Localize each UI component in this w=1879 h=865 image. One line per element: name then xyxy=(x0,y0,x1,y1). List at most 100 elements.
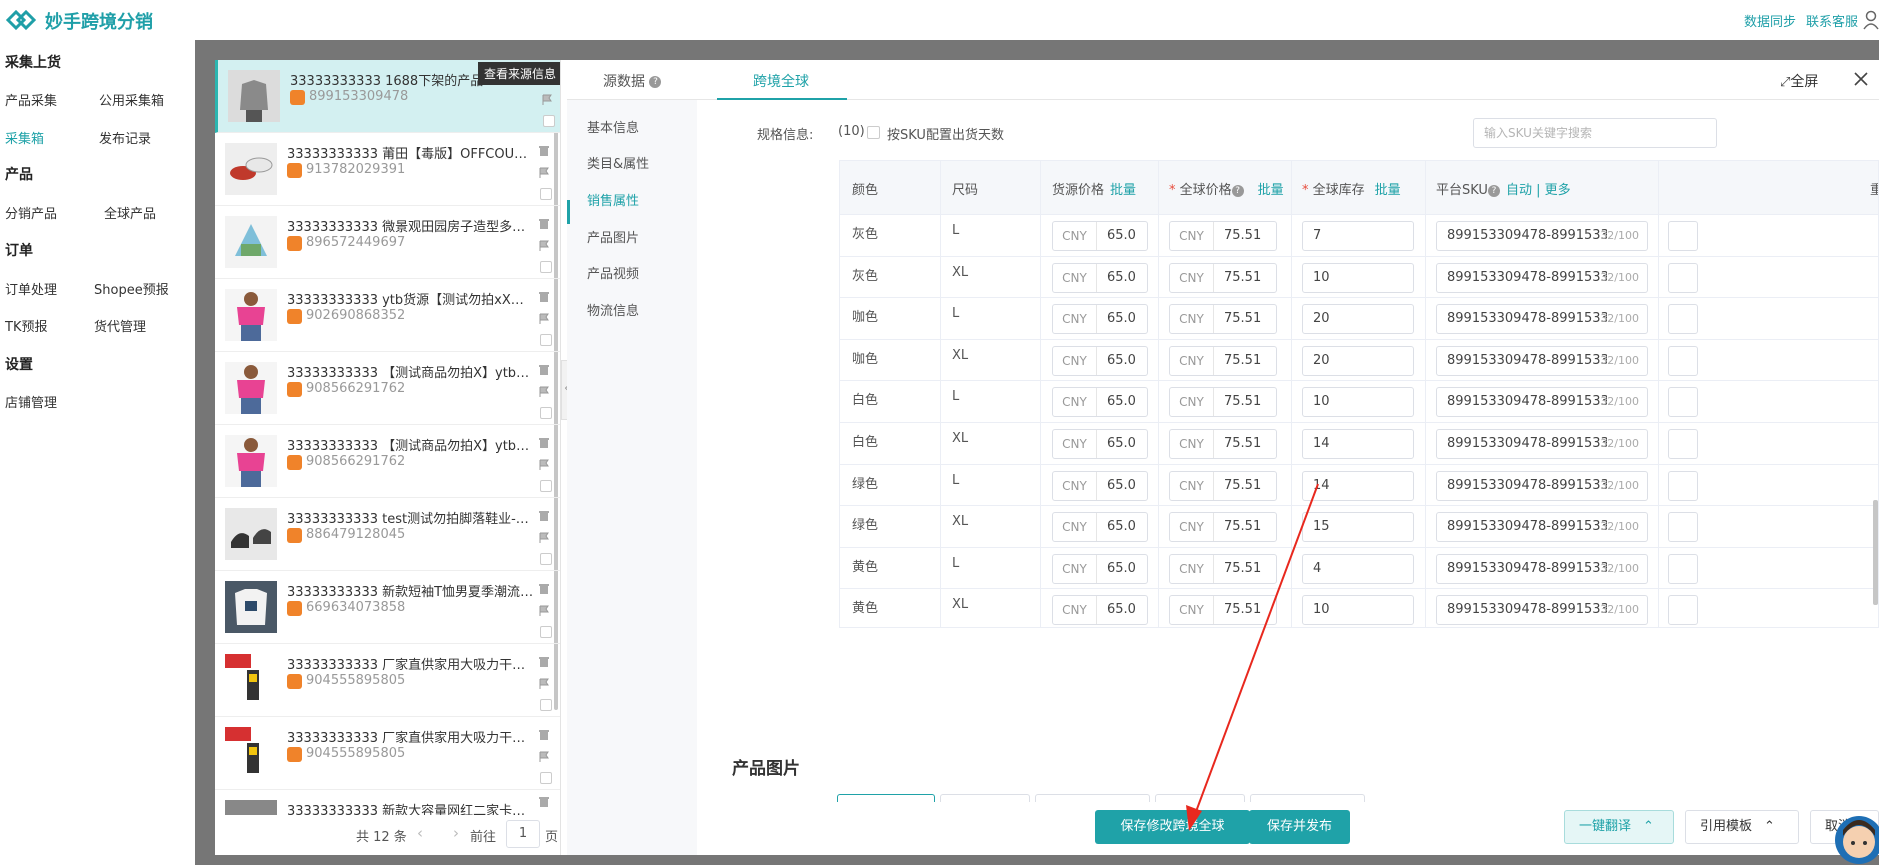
flag-icon[interactable] xyxy=(538,532,550,544)
prev-page-icon[interactable]: ‹ xyxy=(417,824,423,842)
global-stock-input[interactable]: 20 xyxy=(1302,345,1414,376)
item-checkbox[interactable] xyxy=(543,115,555,127)
source-price-input[interactable]: CNY 65.0 xyxy=(1052,387,1148,418)
trash-icon[interactable] xyxy=(538,796,550,808)
item-checkbox[interactable] xyxy=(540,334,552,346)
list-item[interactable]: 33333333333 test测试勿拍脚落鞋业-男士休闲鞋... 886479… xyxy=(215,498,560,571)
section-video[interactable]: 产品视频 xyxy=(587,263,639,282)
weight-input[interactable] xyxy=(1668,429,1698,459)
flag-icon[interactable] xyxy=(538,751,550,763)
global-stock-input[interactable]: 10 xyxy=(1302,387,1414,418)
weight-input[interactable] xyxy=(1668,304,1698,335)
close-icon[interactable] xyxy=(1852,70,1870,88)
item-checkbox[interactable] xyxy=(540,188,552,200)
fullscreen-button[interactable]: ⤢全屏 xyxy=(1780,71,1818,91)
platform-sku-input[interactable]: 899153309478-89915330947832/100 xyxy=(1436,595,1648,626)
source-price-input[interactable]: CNY 65.0 xyxy=(1052,553,1148,584)
platform-sku-input[interactable]: 899153309478-89915330947832/100 xyxy=(1436,470,1648,501)
global-price-input[interactable]: CNY 75.51 xyxy=(1169,221,1277,251)
nav-item-public-box[interactable]: 公用采集箱 xyxy=(99,90,164,109)
global-price-input[interactable]: CNY 75.51 xyxy=(1169,262,1277,293)
list-item[interactable]: 33333333333 厂家直供家用大吸力干湿吹三用吸尘器... 9045558… xyxy=(215,644,560,717)
list-item[interactable]: 33333333333 莆田【毒版】OFFCOURT拖鞋 Off White 联… xyxy=(215,133,560,206)
item-checkbox[interactable] xyxy=(540,553,552,565)
weight-input[interactable] xyxy=(1668,221,1698,251)
source-price-input[interactable]: CNY 65.0 xyxy=(1052,304,1148,335)
list-item[interactable]: 33333333333 【测试商品勿拍X】ytb货源女士修身短袖T恤... 90… xyxy=(215,425,560,498)
flag-icon[interactable] xyxy=(538,605,550,617)
next-page-icon[interactable]: › xyxy=(453,824,459,842)
batch-global-price-button[interactable]: 批量 xyxy=(1258,183,1284,198)
flag-icon[interactable] xyxy=(538,313,550,325)
trash-icon[interactable] xyxy=(538,656,550,668)
global-stock-input[interactable]: 15 xyxy=(1302,512,1414,543)
weight-input[interactable] xyxy=(1668,387,1698,418)
nav-item-shopee-forecast[interactable]: Shopee预报 xyxy=(94,279,169,298)
nav-item-product-collect[interactable]: 产品采集 xyxy=(5,90,57,109)
content-scrollbar[interactable] xyxy=(1873,500,1878,605)
trash-icon[interactable] xyxy=(538,510,550,522)
nav-item-store-manage[interactable]: 店铺管理 xyxy=(5,392,57,411)
tab-global[interactable]: 跨境全球 xyxy=(753,71,809,91)
tab-source-data[interactable]: 源数据 ? xyxy=(603,71,662,91)
section-category[interactable]: 类目&属性 xyxy=(587,153,649,172)
contact-support-link[interactable]: 联系客服 xyxy=(1806,11,1858,30)
view-source-badge[interactable]: 查看来源信息 xyxy=(478,62,560,85)
nav-item-distribution[interactable]: 分销产品 xyxy=(5,203,57,222)
save-publish-button[interactable]: 保存并发布 xyxy=(1249,810,1350,844)
data-sync-link[interactable]: 数据同步 xyxy=(1744,11,1796,30)
trash-icon[interactable] xyxy=(538,218,550,230)
nav-item-collect-box[interactable]: 采集箱 xyxy=(5,128,44,147)
source-price-input[interactable]: CNY 65.0 xyxy=(1052,345,1148,376)
item-checkbox[interactable] xyxy=(540,772,552,784)
section-sales-attr[interactable]: 销售属性 xyxy=(587,190,639,209)
global-price-input[interactable]: CNY 75.51 xyxy=(1169,304,1277,335)
trash-icon[interactable] xyxy=(538,437,550,449)
image-tab[interactable] xyxy=(940,794,1030,802)
trash-icon[interactable] xyxy=(538,729,550,741)
weight-input[interactable] xyxy=(1668,262,1698,293)
section-images[interactable]: 产品图片 xyxy=(587,227,639,246)
save-global-button[interactable]: 保存修改跨境全球 xyxy=(1095,810,1250,844)
list-item[interactable]: 33333333333 微景观田园房子造型多肉植物花盆创意组合盆栽... 896… xyxy=(215,206,560,279)
source-price-input[interactable]: CNY 65.0 xyxy=(1052,429,1148,459)
sku-more-button[interactable]: 更多 xyxy=(1545,183,1571,198)
platform-sku-input[interactable]: 899153309478-89915330947832/100 xyxy=(1436,304,1648,335)
trash-icon[interactable] xyxy=(538,583,550,595)
image-tab[interactable] xyxy=(1155,794,1245,802)
global-stock-input[interactable]: 10 xyxy=(1302,595,1414,626)
translate-button[interactable]: 一键翻译 ⌃ xyxy=(1564,810,1674,844)
nav-item-order-process[interactable]: 订单处理 xyxy=(5,279,57,298)
list-item[interactable]: 33333333333 ytb货源【测试勿拍xX】女士修身短袖T恤... 902… xyxy=(215,279,560,352)
global-stock-input[interactable]: 14 xyxy=(1302,429,1414,459)
weight-input[interactable] xyxy=(1668,470,1698,501)
global-price-input[interactable]: CNY 75.51 xyxy=(1169,345,1277,376)
sku-search-input[interactable] xyxy=(1473,118,1717,148)
platform-sku-input[interactable]: 899153309478-89915330947832/100 xyxy=(1436,429,1648,459)
image-tab[interactable] xyxy=(837,794,935,802)
platform-sku-input[interactable]: 899153309478-89915330947832/100 xyxy=(1436,221,1648,251)
global-price-input[interactable]: CNY 75.51 xyxy=(1169,553,1277,584)
template-button[interactable]: 引用模板 ⌃ xyxy=(1685,810,1799,844)
platform-sku-input[interactable]: 899153309478-89915330947832/100 xyxy=(1436,345,1648,376)
sku-auto-button[interactable]: 自动 xyxy=(1506,183,1532,198)
weight-input[interactable] xyxy=(1668,553,1698,584)
source-price-input[interactable]: CNY 65.0 xyxy=(1052,595,1148,626)
list-item[interactable]: 33333333333 新款大容量网红二家卡通水杯... xyxy=(215,790,560,815)
global-price-input[interactable]: CNY 75.51 xyxy=(1169,512,1277,543)
flag-icon[interactable] xyxy=(538,167,550,179)
assistant-avatar[interactable] xyxy=(1831,808,1879,865)
source-price-input[interactable]: CNY 65.0 xyxy=(1052,262,1148,293)
weight-input[interactable] xyxy=(1668,512,1698,543)
image-tab[interactable] xyxy=(1035,794,1150,802)
item-checkbox[interactable] xyxy=(540,699,552,711)
global-stock-input[interactable]: 10 xyxy=(1302,262,1414,293)
weight-input[interactable] xyxy=(1668,345,1698,376)
item-checkbox[interactable] xyxy=(540,626,552,638)
nav-item-global-product[interactable]: 全球产品 xyxy=(104,203,156,222)
flag-icon[interactable] xyxy=(538,678,550,690)
platform-sku-input[interactable]: 899153309478-89915330947832/100 xyxy=(1436,553,1648,584)
list-item[interactable]: 33333333333 【测试商品勿拍X】ytb货源女士修身短袖T恤... 90… xyxy=(215,352,560,425)
platform-sku-input[interactable]: 899153309478-89915330947832/100 xyxy=(1436,262,1648,293)
trash-icon[interactable] xyxy=(538,364,550,376)
